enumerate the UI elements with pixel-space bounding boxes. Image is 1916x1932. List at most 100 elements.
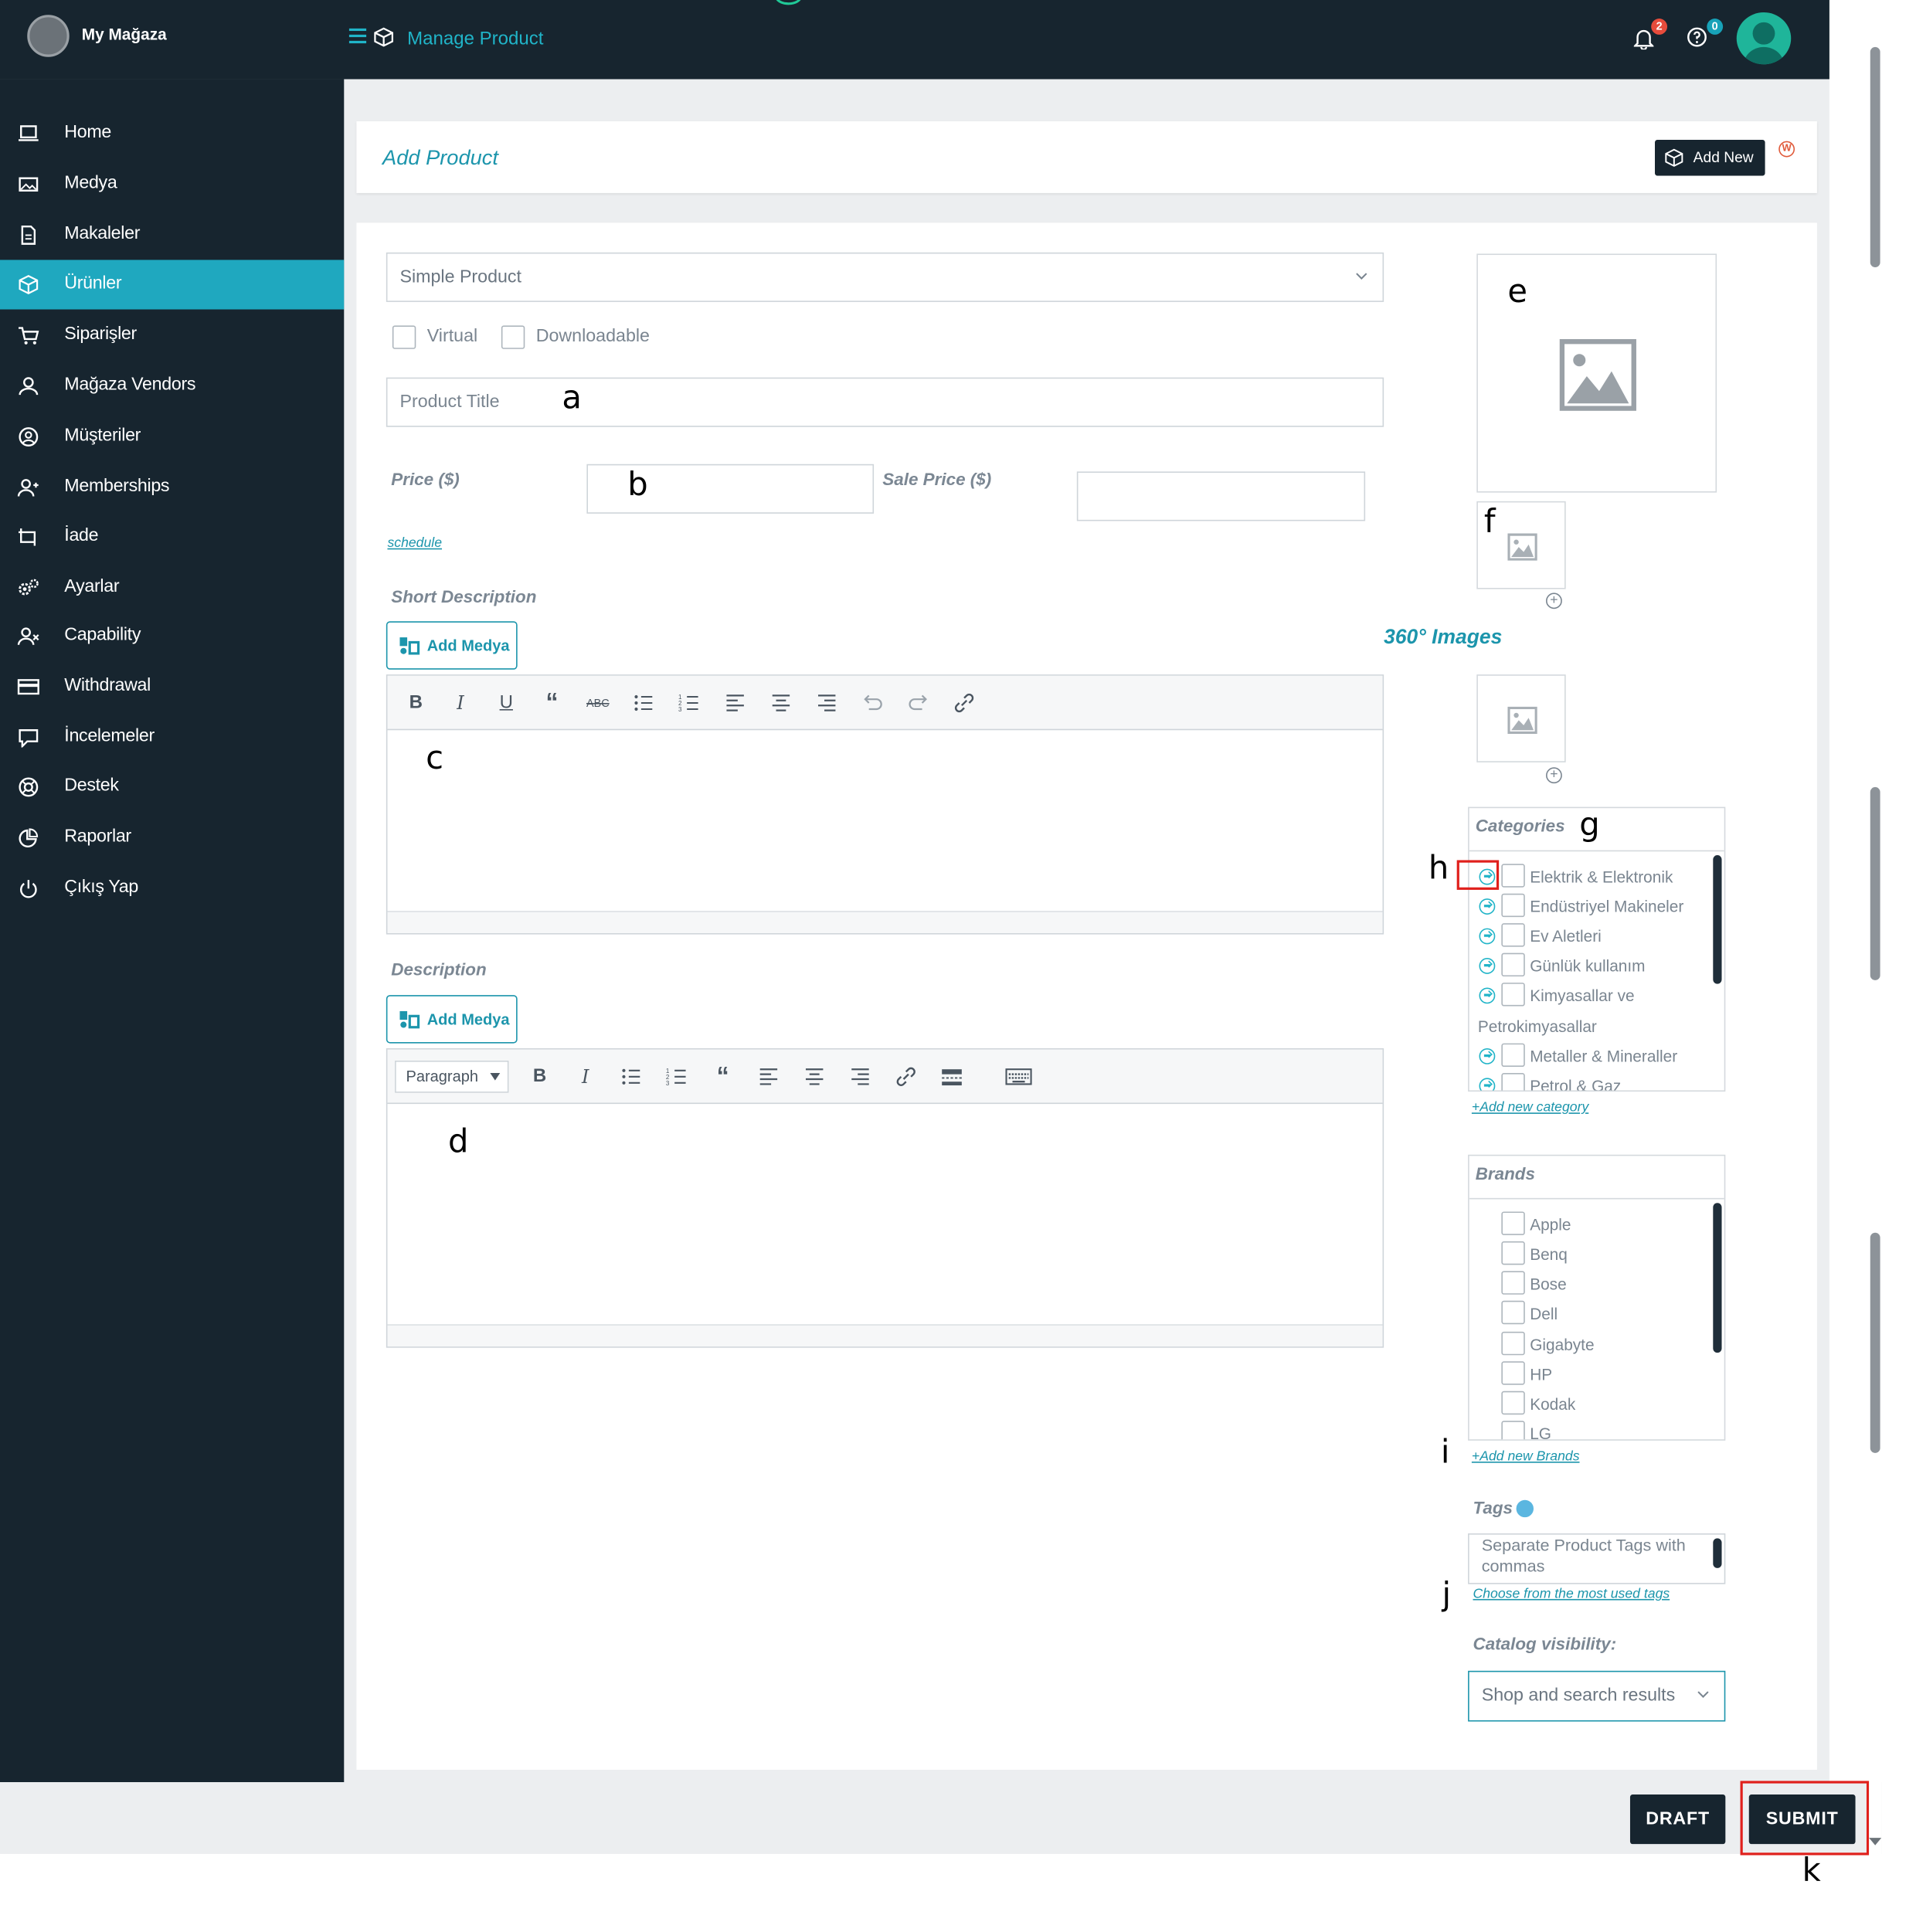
sidebar-item-incelemeler[interactable]: İncelemeler <box>0 713 344 762</box>
bold-button[interactable]: B <box>403 691 430 715</box>
category-item[interactable]: Endüstriyel Makineler <box>1469 892 1717 919</box>
brand-checkbox[interactable] <box>1501 1421 1525 1440</box>
avatar[interactable] <box>1736 12 1792 65</box>
product-type-select[interactable]: Simple Product <box>386 252 1384 302</box>
brand-item[interactable]: Benq <box>1469 1240 1717 1267</box>
brand-checkbox[interactable] <box>1501 1241 1525 1265</box>
help-icon[interactable] <box>1687 27 1707 47</box>
numbered-list-icon[interactable]: 123 <box>664 1064 691 1089</box>
category-checkbox[interactable] <box>1501 1073 1525 1091</box>
bullet-list-icon[interactable] <box>630 691 657 715</box>
brand-item[interactable]: HP <box>1469 1360 1717 1387</box>
numbered-list-icon[interactable]: 123 <box>676 691 703 715</box>
expand-arrow-icon[interactable] <box>1479 1078 1496 1091</box>
product-title-input[interactable]: Product Title <box>386 377 1384 427</box>
bullet-list-icon[interactable] <box>617 1064 644 1089</box>
expand-arrow-icon[interactable] <box>1479 1047 1496 1064</box>
image-360-box[interactable] <box>1476 674 1566 762</box>
category-checkbox[interactable] <box>1501 923 1525 947</box>
bell-icon[interactable] <box>1633 27 1654 50</box>
most-used-tags-link[interactable]: Choose from the most used tags <box>1473 1587 1670 1601</box>
sidebar-item-raporlar[interactable]: Raporlar <box>0 813 344 863</box>
draft-button[interactable]: DRAFT <box>1629 1794 1726 1845</box>
brand-checkbox[interactable] <box>1501 1361 1525 1385</box>
category-item[interactable]: Kimyasallar ve <box>1469 981 1717 1008</box>
expand-arrow-icon[interactable] <box>1479 958 1496 974</box>
add-new-button[interactable]: Add New <box>1655 140 1765 176</box>
category-item[interactable]: Petrol & Gaz <box>1469 1071 1717 1091</box>
align-right-icon[interactable] <box>847 1064 874 1089</box>
add-media-button-2[interactable]: Add Medya <box>386 995 518 1044</box>
info-icon[interactable] <box>1516 1499 1534 1518</box>
brand-checkbox[interactable] <box>1501 1211 1525 1235</box>
bold-button[interactable]: B <box>526 1064 553 1089</box>
paragraph-select[interactable]: Paragraph <box>395 1060 509 1093</box>
scroll-down-icon[interactable] <box>1869 1838 1882 1845</box>
store-name[interactable]: My Mağaza <box>82 25 167 43</box>
sidebar-item-iade[interactable]: İade <box>0 512 344 562</box>
sidebar-item-makaleler[interactable]: Makaleler <box>0 210 344 260</box>
sidebar-item-destek[interactable]: Destek <box>0 762 344 812</box>
category-item[interactable]: Metaller & Mineraller <box>1469 1042 1717 1069</box>
align-center-icon[interactable] <box>801 1064 828 1089</box>
brand-item[interactable]: LG <box>1469 1420 1717 1440</box>
sidebar-item-memberships[interactable]: Memberships <box>0 463 344 512</box>
keyboard-icon[interactable] <box>1004 1064 1033 1089</box>
sale-price-input[interactable] <box>1076 471 1366 521</box>
sidebar-item-capability[interactable]: Capability <box>0 611 344 660</box>
blockquote-button[interactable]: “ <box>538 691 566 715</box>
add-media-button[interactable]: Add Medya <box>386 621 518 670</box>
brand-item[interactable]: Apple <box>1469 1210 1717 1238</box>
redo-icon[interactable] <box>905 691 932 715</box>
menu-icon[interactable] <box>348 27 367 44</box>
schedule-link[interactable]: schedule <box>387 536 442 551</box>
align-left-icon[interactable] <box>755 1064 782 1089</box>
add-brands-link[interactable]: +Add new Brands <box>1472 1449 1580 1464</box>
description-editor[interactable]: Paragraph B I 123 “ <box>386 1047 1384 1348</box>
category-checkbox[interactable] <box>1501 1043 1525 1068</box>
sidebar-item-siparisler[interactable]: Siparişler <box>0 311 344 360</box>
expand-arrow-icon[interactable] <box>1479 987 1496 1004</box>
brand-checkbox[interactable] <box>1501 1331 1525 1356</box>
tags-textarea[interactable]: Separate Product Tags with commas <box>1468 1533 1726 1584</box>
tags-scrollbar[interactable] <box>1713 1538 1722 1568</box>
link-icon[interactable] <box>892 1064 919 1089</box>
category-item[interactable]: Ev Aletleri <box>1469 922 1717 949</box>
category-checkbox[interactable] <box>1501 893 1525 918</box>
category-checkbox[interactable] <box>1501 952 1525 977</box>
link-icon[interactable] <box>950 691 977 715</box>
brand-item[interactable]: Gigabyte <box>1469 1330 1717 1357</box>
add-360-image-icon[interactable]: + <box>1546 767 1562 784</box>
scrollbar-thumb[interactable] <box>1870 786 1880 980</box>
store-logo[interactable] <box>27 15 70 57</box>
sidebar-item-ayarlar[interactable]: Ayarlar <box>0 563 344 613</box>
undo-icon[interactable] <box>859 691 886 715</box>
wordpress-icon[interactable]: W <box>1778 141 1795 158</box>
expand-arrow-icon[interactable] <box>1479 898 1496 915</box>
sidebar-item-vendors[interactable]: Mağaza Vendors <box>0 362 344 411</box>
sidebar-item-withdrawal[interactable]: Withdrawal <box>0 662 344 711</box>
brand-checkbox[interactable] <box>1501 1271 1525 1295</box>
italic-button[interactable]: I <box>572 1064 599 1089</box>
category-item[interactable]: Günlük kullanım <box>1469 952 1717 979</box>
sidebar-item-musteriler[interactable]: Müşteriler <box>0 412 344 461</box>
brand-item[interactable]: Kodak <box>1469 1390 1717 1417</box>
brand-checkbox[interactable] <box>1501 1390 1525 1415</box>
scrollbar-thumb[interactable] <box>1870 1232 1880 1453</box>
italic-button[interactable]: I <box>447 691 474 715</box>
brand-item[interactable]: Bose <box>1469 1270 1717 1297</box>
sidebar-item-home[interactable]: Home <box>0 109 344 158</box>
sidebar-item-medya[interactable]: Medya <box>0 160 344 209</box>
brand-checkbox[interactable] <box>1501 1300 1525 1325</box>
underline-button[interactable]: U <box>493 691 520 715</box>
scrollbar-thumb[interactable] <box>1870 46 1880 268</box>
short-description-editor[interactable]: B I U “ ABC 123 <box>386 674 1384 935</box>
sidebar-item-logout[interactable]: Çıkış Yap <box>0 864 344 913</box>
category-checkbox[interactable] <box>1501 864 1525 888</box>
blockquote-button[interactable]: “ <box>709 1064 736 1089</box>
downloadable-checkbox[interactable] <box>501 325 525 349</box>
catalog-visibility-select[interactable]: Shop and search results <box>1468 1670 1726 1722</box>
category-item[interactable]: Elektrik & Elektronik <box>1469 863 1717 890</box>
brand-item[interactable]: Dell <box>1469 1299 1717 1326</box>
expand-arrow-icon[interactable] <box>1479 928 1496 945</box>
